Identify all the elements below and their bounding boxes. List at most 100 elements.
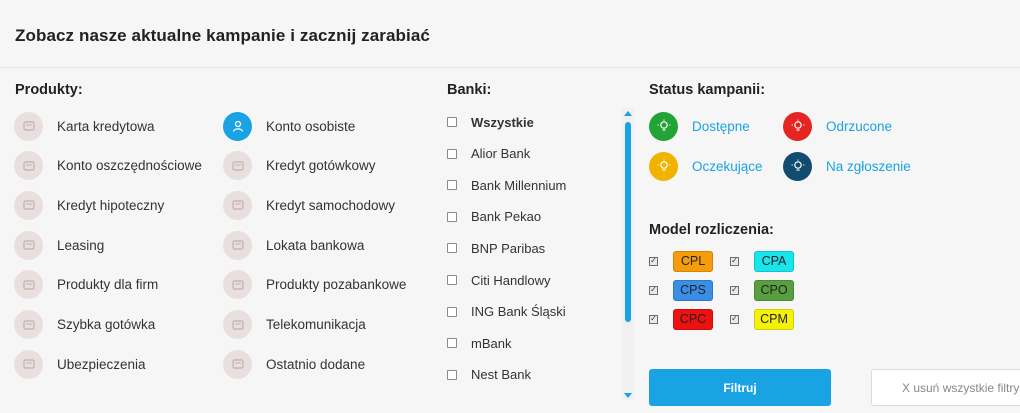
product-label: Karta kredytowa xyxy=(57,118,155,134)
model-item[interactable]: ✓ CPL xyxy=(649,250,713,272)
status-heading: Status kampanii: xyxy=(649,82,766,98)
house-icon xyxy=(14,190,43,220)
stack-icon xyxy=(14,230,43,260)
banks-heading: Banki: xyxy=(447,82,492,98)
lightbulb-icon xyxy=(783,111,812,141)
product-item[interactable]: Kredyt hipoteczny xyxy=(14,190,164,220)
check-icon: ✓ xyxy=(731,256,738,265)
money-fast-icon xyxy=(14,310,43,339)
product-label: Konto oszczędnościowe xyxy=(57,158,202,174)
cash-icon xyxy=(223,151,252,181)
clear-filters-button[interactable]: X usuń wszystkie filtry xyxy=(871,369,1020,406)
bank-item[interactable]: BNP Paribas xyxy=(440,238,545,258)
bank-item[interactable]: mBank xyxy=(440,333,511,353)
model-item[interactable]: ✓ CPM xyxy=(730,308,794,330)
filter-button[interactable]: Filtruj xyxy=(649,369,831,406)
model-tag: CPM xyxy=(754,308,794,330)
bank-label: Bank Pekao xyxy=(471,209,542,225)
product-item[interactable]: Karta kredytowa xyxy=(14,111,155,141)
bank-checkbox[interactable] xyxy=(447,338,457,349)
product-item[interactable]: Kredyt gotówkowy xyxy=(223,151,376,181)
product-item[interactable]: Kredyt samochodowy xyxy=(223,190,395,220)
model-checkbox[interactable]: ✓ xyxy=(730,285,739,295)
product-item[interactable]: Konto oszczędnościowe xyxy=(14,151,202,181)
product-label: Kredyt samochodowy xyxy=(266,197,396,213)
product-item[interactable]: Ubezpieczenia xyxy=(14,349,146,379)
product-label: Konto osobiste xyxy=(266,118,356,134)
status-item[interactable]: Oczekujące xyxy=(649,151,763,181)
product-item[interactable]: Leasing xyxy=(14,230,104,260)
bank-icon xyxy=(223,230,252,260)
scroll-up-icon[interactable] xyxy=(622,108,634,118)
model-item[interactable]: ✓ CPO xyxy=(730,279,794,301)
product-label: Produkty dla firm xyxy=(57,277,159,293)
bank-item[interactable]: ING Bank Śląski xyxy=(440,302,566,322)
product-item[interactable]: Lokata bankowa xyxy=(223,230,364,260)
product-label: Ubezpieczenia xyxy=(57,356,146,372)
bank-label: Bank Millennium xyxy=(471,177,567,193)
bank-checkbox[interactable] xyxy=(447,148,457,159)
product-item[interactable]: Produkty dla firm xyxy=(14,270,158,300)
bank-checkbox[interactable] xyxy=(447,369,457,380)
product-item[interactable]: Szybka gotówka xyxy=(14,310,155,340)
bank-item[interactable]: Alior Bank xyxy=(440,144,530,164)
piggy-bank-icon xyxy=(14,151,43,181)
model-tag: CPC xyxy=(673,308,713,330)
bank-item[interactable]: Nest Bank xyxy=(440,365,531,385)
bank-checkbox[interactable] xyxy=(447,275,457,285)
status-item[interactable]: Na zgłoszenie xyxy=(783,151,911,181)
product-item[interactable]: Konto osobiste xyxy=(223,111,355,141)
bank-item[interactable]: Bank Pekao xyxy=(440,207,541,227)
product-item[interactable]: Ostatnio dodane xyxy=(223,349,365,379)
status-item[interactable]: Dostępne xyxy=(649,111,750,141)
model-checkbox[interactable]: ✓ xyxy=(649,314,658,324)
model-item[interactable]: ✓ CPA xyxy=(730,250,794,272)
bank-label: Wszystkie xyxy=(471,114,534,130)
banks-list: Wszystkie Alior Bank Bank Millennium Bank P… xyxy=(440,108,636,404)
user-icon xyxy=(223,111,252,141)
product-label: Ostatnio dodane xyxy=(266,356,366,372)
bank-label: Citi Handlowy xyxy=(471,272,551,288)
lightbulb-icon xyxy=(649,111,678,141)
lightbulb-icon xyxy=(783,151,812,181)
products-heading: Produkty: xyxy=(15,82,83,98)
bank-label: Nest Bank xyxy=(471,367,531,383)
scroll-thumb[interactable] xyxy=(625,122,631,322)
product-item[interactable]: Telekomunikacja xyxy=(223,310,366,340)
model-checkbox[interactable]: ✓ xyxy=(730,314,739,324)
model-heading: Model rozliczenia: xyxy=(649,222,774,238)
credit-card-icon xyxy=(14,111,43,141)
product-label: Szybka gotówka xyxy=(57,317,156,332)
header: Zobacz nasze aktualne kampanie i zacznij… xyxy=(0,0,1020,68)
model-checkbox[interactable]: ✓ xyxy=(649,256,658,266)
product-label: Kredyt hipoteczny xyxy=(57,197,165,213)
bank-item[interactable]: Bank Millennium xyxy=(440,175,566,195)
model-checkbox[interactable]: ✓ xyxy=(649,285,658,295)
scroll-down-icon[interactable] xyxy=(622,390,634,400)
check-icon: ✓ xyxy=(650,256,657,265)
model-item[interactable]: ✓ CPC xyxy=(649,308,713,330)
bank-checkbox[interactable] xyxy=(447,243,457,254)
status-label: Oczekujące xyxy=(692,158,763,174)
status-label: Dostępne xyxy=(692,118,750,134)
product-item[interactable]: Produkty pozabankowe xyxy=(223,270,406,300)
phone-icon xyxy=(223,310,252,339)
model-tag: CPS xyxy=(673,279,713,301)
bank-checkbox[interactable] xyxy=(447,180,457,191)
bank-checkbox[interactable] xyxy=(447,211,457,222)
check-icon: ✓ xyxy=(650,314,657,323)
page-title: Zobacz nasze aktualne kampanie i zacznij… xyxy=(15,26,430,45)
model-tag: CPA xyxy=(754,250,794,272)
bank-label: Alior Bank xyxy=(471,146,531,162)
bank-checkbox[interactable] xyxy=(447,117,457,127)
bank-label: ING Bank Śląski xyxy=(471,304,566,320)
bank-item[interactable]: Wszystkie xyxy=(440,112,534,132)
model-checkbox[interactable]: ✓ xyxy=(730,256,739,266)
no-bank-icon xyxy=(223,270,252,300)
model-item[interactable]: ✓ CPS xyxy=(649,279,713,301)
banks-scrollbar[interactable] xyxy=(622,108,634,400)
bank-checkbox[interactable] xyxy=(447,306,457,317)
status-item[interactable]: Odrzucone xyxy=(783,111,892,141)
umbrella-icon xyxy=(14,349,43,379)
bank-item[interactable]: Citi Handlowy xyxy=(440,270,550,290)
